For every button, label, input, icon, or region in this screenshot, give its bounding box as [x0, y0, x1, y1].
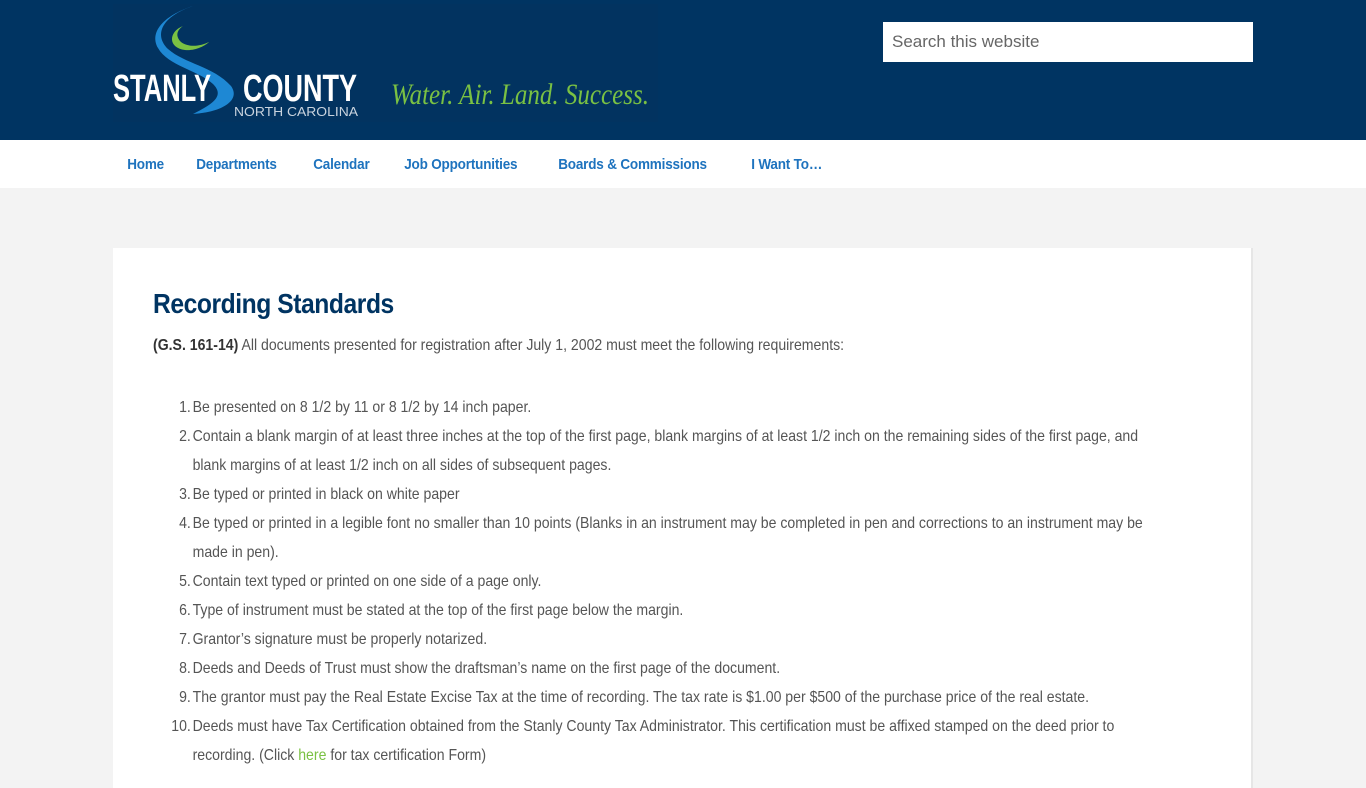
list-text: Be presented on 8 1/2 by 11 or 8 1/2 by …: [192, 399, 532, 416]
list-item: 7. Grantor’s signature must be properly n…: [153, 625, 1174, 654]
page-title: Recording Standards: [153, 288, 394, 319]
list-number: 6.: [179, 602, 191, 619]
list-text: Contain text typed or printed on one sid…: [192, 573, 542, 590]
nav-item-i-want-to[interactable]: I Want To…: [735, 156, 838, 173]
list-text: Be typed or printed in a legible font no…: [192, 515, 1143, 561]
list-number: 1.: [179, 399, 191, 416]
list-number: 7.: [179, 631, 191, 648]
list-text: Contain a blank margin of at least three…: [192, 428, 1139, 474]
list-item: 1. Be presented on 8 1/2 by 11 or 8 1/2 b…: [153, 393, 1174, 422]
list-number: 3.: [179, 486, 191, 503]
list-item: 5. Contain text typed or printed on one s…: [153, 567, 1174, 596]
list-item: 10. Deeds must have Tax Certification obt…: [153, 712, 1174, 770]
list-text: Type of instrument must be stated at the…: [192, 602, 684, 619]
list-item: 2. Contain a blank margin of at least thr…: [153, 422, 1174, 480]
list-text: The grantor must pay the Real Estate Exc…: [192, 689, 1090, 706]
nav-item-calendar[interactable]: Calendar: [297, 156, 386, 173]
list-item: 3. Be typed or printed in black on white …: [153, 480, 1174, 509]
nav-menu: Home Departments Calendar Job Opportunit…: [111, 140, 842, 188]
content-card: Recording Standards (G.S. 161-14) All do…: [113, 248, 1253, 788]
list-text: Deeds and Deeds of Trust must show the d…: [192, 660, 781, 677]
list-item: 8. Deeds and Deeds of Trust must show the…: [153, 654, 1174, 683]
list-number: 9.: [179, 689, 191, 706]
list-text: for tax certification Form): [326, 747, 487, 764]
list-text: Grantor’s signature must be properly not…: [192, 631, 488, 648]
statute-reference: (G.S. 161-14): [153, 337, 239, 354]
intro-text: All documents presented for registration…: [238, 337, 845, 354]
intro-paragraph: (G.S. 161-14) All documents presented fo…: [153, 337, 844, 355]
main-nav: Home Departments Calendar Job Opportunit…: [0, 140, 1366, 188]
logo-graphic: STANLY COUNTY NORTH CAROLINA Water. Air.…: [113, 4, 658, 122]
stanly-county-logo[interactable]: STANLY COUNTY NORTH CAROLINA Water. Air.…: [113, 4, 658, 122]
list-number: 8.: [179, 660, 191, 677]
nav-item-boards-commissions[interactable]: Boards & Commissions: [542, 156, 723, 173]
nav-item-departments[interactable]: Departments: [180, 156, 293, 173]
list-item: 6. Type of instrument must be stated at t…: [153, 596, 1174, 625]
list-number: 10.: [171, 718, 191, 735]
requirements-list: 1. Be presented on 8 1/2 by 11 or 8 1/2 b…: [153, 393, 1174, 770]
tax-certification-form-link[interactable]: here: [298, 747, 326, 764]
list-number: 2.: [179, 428, 191, 445]
search-input[interactable]: [883, 22, 1253, 62]
list-item: 4. Be typed or printed in a legible font …: [153, 509, 1174, 567]
list-text: Be typed or printed in black on white pa…: [192, 486, 460, 503]
list-number: 5.: [179, 573, 191, 590]
list-item: 9. The grantor must pay the Real Estate E…: [153, 683, 1174, 712]
list-number: 4.: [179, 515, 191, 532]
logo-name-left: STANLY: [113, 68, 211, 110]
site-header: STANLY COUNTY NORTH CAROLINA Water. Air.…: [0, 0, 1366, 140]
logo-subtitle: NORTH CAROLINA: [234, 104, 358, 119]
nav-item-home[interactable]: Home: [111, 156, 180, 173]
nav-item-job-opportunities[interactable]: Job Opportunities: [388, 156, 534, 173]
logo-tagline: Water. Air. Land. Success.: [391, 78, 649, 111]
